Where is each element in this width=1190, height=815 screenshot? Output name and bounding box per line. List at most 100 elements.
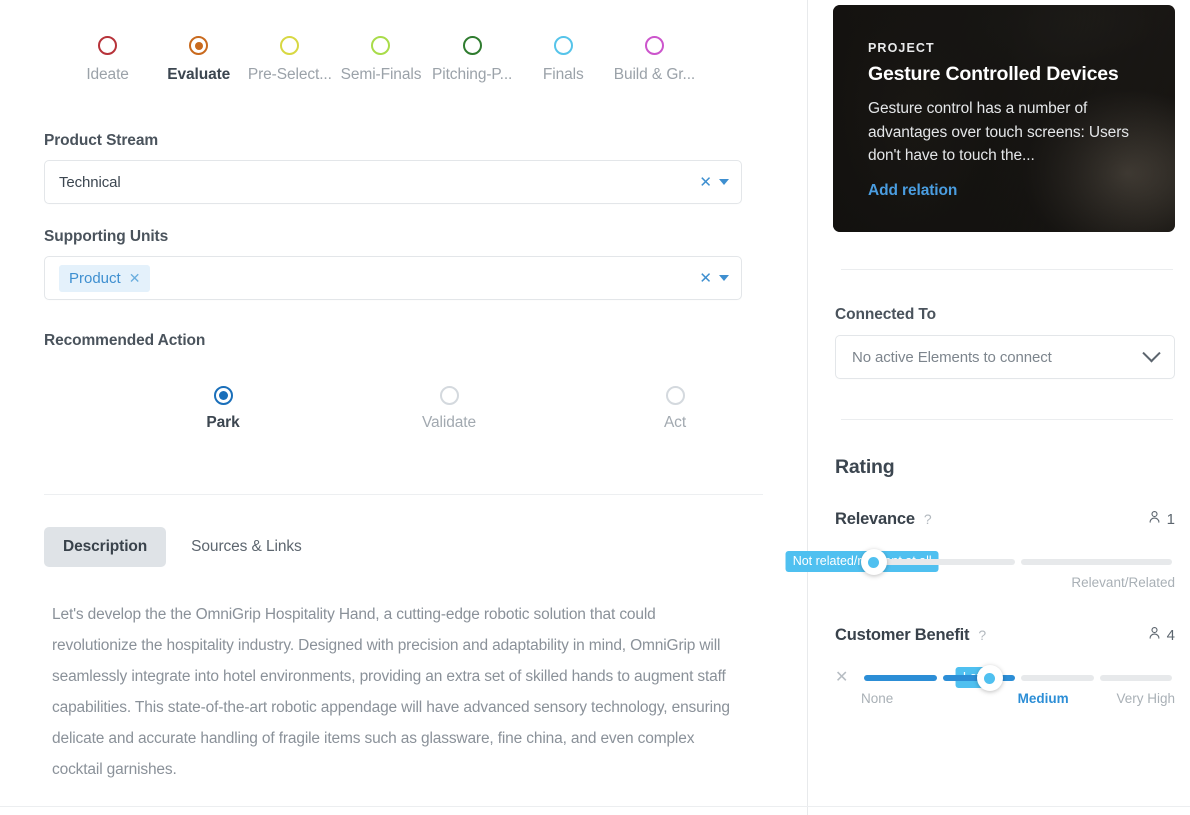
stage-label: Evaluate	[167, 66, 230, 84]
voter-count-value: 4	[1167, 627, 1175, 644]
question-mark-icon[interactable]: ?	[978, 627, 986, 643]
stage-ring-icon	[645, 36, 664, 55]
connected-to-value: No active Elements to connect	[852, 349, 1052, 366]
slider-segment[interactable]	[864, 559, 1015, 565]
slider-track[interactable]	[861, 551, 1175, 573]
question-mark-icon[interactable]: ?	[924, 511, 932, 527]
description-text: Let's develop the the OmniGrip Hospitali…	[0, 567, 807, 785]
stage-ideate[interactable]: Ideate	[62, 36, 153, 84]
chip-label: Product	[69, 270, 121, 287]
radio-ring-icon	[666, 386, 685, 405]
caret-down-icon[interactable]	[719, 275, 729, 281]
supporting-units-label: Supporting Units	[44, 228, 742, 246]
tab-sourceslinks[interactable]: Sources & Links	[172, 527, 321, 567]
supporting-units-select[interactable]: Product ✕ ✕	[44, 256, 742, 300]
slider-scale: Relevant/Related	[861, 575, 1175, 595]
voter-count: 1	[1147, 509, 1175, 529]
person-icon	[1147, 509, 1162, 529]
slider-thumb[interactable]	[977, 665, 1003, 691]
bottom-divider	[0, 806, 1190, 807]
radio-label: Validate	[422, 414, 476, 432]
chip-remove-icon[interactable]: ✕	[129, 270, 141, 287]
content-tabs: DescriptionSources & Links	[0, 495, 807, 567]
clear-rating-icon[interactable]: ✕	[835, 670, 861, 686]
stage-pitchingp[interactable]: Pitching-P...	[427, 36, 518, 84]
person-icon	[1147, 625, 1162, 645]
radio-validate[interactable]: Validate	[336, 386, 562, 432]
project-card-title: Gesture Controlled Devices	[868, 63, 1145, 86]
product-stream-label: Product Stream	[44, 132, 742, 150]
caret-down-icon[interactable]	[719, 179, 729, 185]
slider-thumb[interactable]	[861, 549, 887, 575]
slider-row: ✕	[835, 551, 1175, 573]
chevron-down-icon[interactable]	[1142, 344, 1160, 362]
slider-scale-label: Relevant/Related	[1071, 575, 1175, 590]
product-stream-controls: ✕	[699, 161, 729, 203]
stage-label: Semi-Finals	[341, 66, 422, 84]
left-panel: Ideate Evaluate Pre-Select... Semi-Finals Pi…	[0, 0, 808, 815]
project-card[interactable]: PROJECT Gesture Controlled Devices Gestu…	[833, 5, 1175, 232]
radio-act[interactable]: Act	[562, 386, 788, 432]
rating-criterion: Customer Benefit?4Low✕NoneMediumVery Hig…	[835, 625, 1175, 711]
slider: Not related/relevant at all✕Relevant/Rel…	[835, 551, 1175, 595]
rating-criteria-list: Relevance? 1 Not related/relevant at all✕R…	[835, 509, 1175, 711]
criterion-name: Customer Benefit	[835, 626, 969, 645]
stage-label: Finals	[543, 66, 584, 84]
radio-ring-icon	[440, 386, 459, 405]
form-area: Product Stream Technical ✕ Supporting Un…	[0, 84, 807, 350]
chip-product[interactable]: Product ✕	[59, 265, 150, 292]
stage-ring-icon	[463, 36, 482, 55]
add-relation-link[interactable]: Add relation	[868, 182, 1145, 200]
product-stream-value: Technical	[59, 174, 121, 191]
recommended-action-group: Park Validate Act	[0, 360, 807, 432]
radio-label: Act	[664, 414, 686, 432]
radio-park[interactable]: Park	[110, 386, 336, 432]
slider-segment[interactable]	[1021, 559, 1172, 565]
radio-ring-icon	[214, 386, 233, 405]
stage-stepper: Ideate Evaluate Pre-Select... Semi-Finals Pi…	[0, 0, 700, 84]
stage-ring-icon	[189, 36, 208, 55]
rating-title: Rating	[835, 456, 1175, 479]
tab-description[interactable]: Description	[44, 527, 166, 567]
recommended-action-label: Recommended Action	[44, 332, 742, 350]
criterion-header: Customer Benefit? 4	[835, 625, 1175, 645]
clear-icon[interactable]: ✕	[699, 271, 712, 286]
right-divider-1	[841, 269, 1173, 270]
stage-preselect[interactable]: Pre-Select...	[244, 36, 335, 84]
slider-segment[interactable]	[864, 675, 937, 681]
criterion-header: Relevance? 1	[835, 509, 1175, 529]
slider-track[interactable]	[861, 667, 1175, 689]
slider-segment[interactable]	[1100, 675, 1173, 681]
project-card-content: PROJECT Gesture Controlled Devices Gestu…	[833, 5, 1175, 200]
stage-label: Ideate	[86, 66, 129, 84]
criterion-name: Relevance	[835, 510, 915, 529]
stage-ring-icon	[280, 36, 299, 55]
clear-icon[interactable]: ✕	[699, 175, 712, 190]
stage-label: Pitching-P...	[432, 66, 512, 84]
slider: Low✕NoneMediumVery High	[835, 667, 1175, 711]
project-card-kicker: PROJECT	[868, 41, 1145, 55]
connected-to-select[interactable]: No active Elements to connect	[835, 335, 1175, 379]
voter-count: 4	[1147, 625, 1175, 645]
slider-scale-label: Very High	[1116, 691, 1175, 706]
stage-label: Pre-Select...	[248, 66, 332, 84]
slider-segment[interactable]	[1021, 675, 1094, 681]
slider-scale-label: None	[861, 691, 893, 706]
stage-buildgr[interactable]: Build & Gr...	[609, 36, 700, 84]
supporting-units-controls: ✕	[699, 257, 729, 299]
stage-finals[interactable]: Finals	[518, 36, 609, 84]
voter-count-value: 1	[1167, 511, 1175, 528]
stage-label: Build & Gr...	[614, 66, 695, 84]
connected-to-label: Connected To	[835, 306, 1175, 324]
rating-criterion: Relevance? 1 Not related/relevant at all✕R…	[835, 509, 1175, 595]
stage-ring-icon	[371, 36, 390, 55]
radio-label: Park	[206, 414, 239, 432]
stage-ring-icon	[98, 36, 117, 55]
stage-ring-icon	[554, 36, 573, 55]
right-divider-2	[841, 419, 1173, 420]
stage-evaluate[interactable]: Evaluate	[153, 36, 244, 84]
stage-semifinals[interactable]: Semi-Finals	[335, 36, 426, 84]
project-card-body: Gesture control has a number of advantag…	[868, 97, 1145, 168]
product-stream-select[interactable]: Technical ✕	[44, 160, 742, 204]
slider-scale-label: Medium	[1018, 691, 1069, 706]
